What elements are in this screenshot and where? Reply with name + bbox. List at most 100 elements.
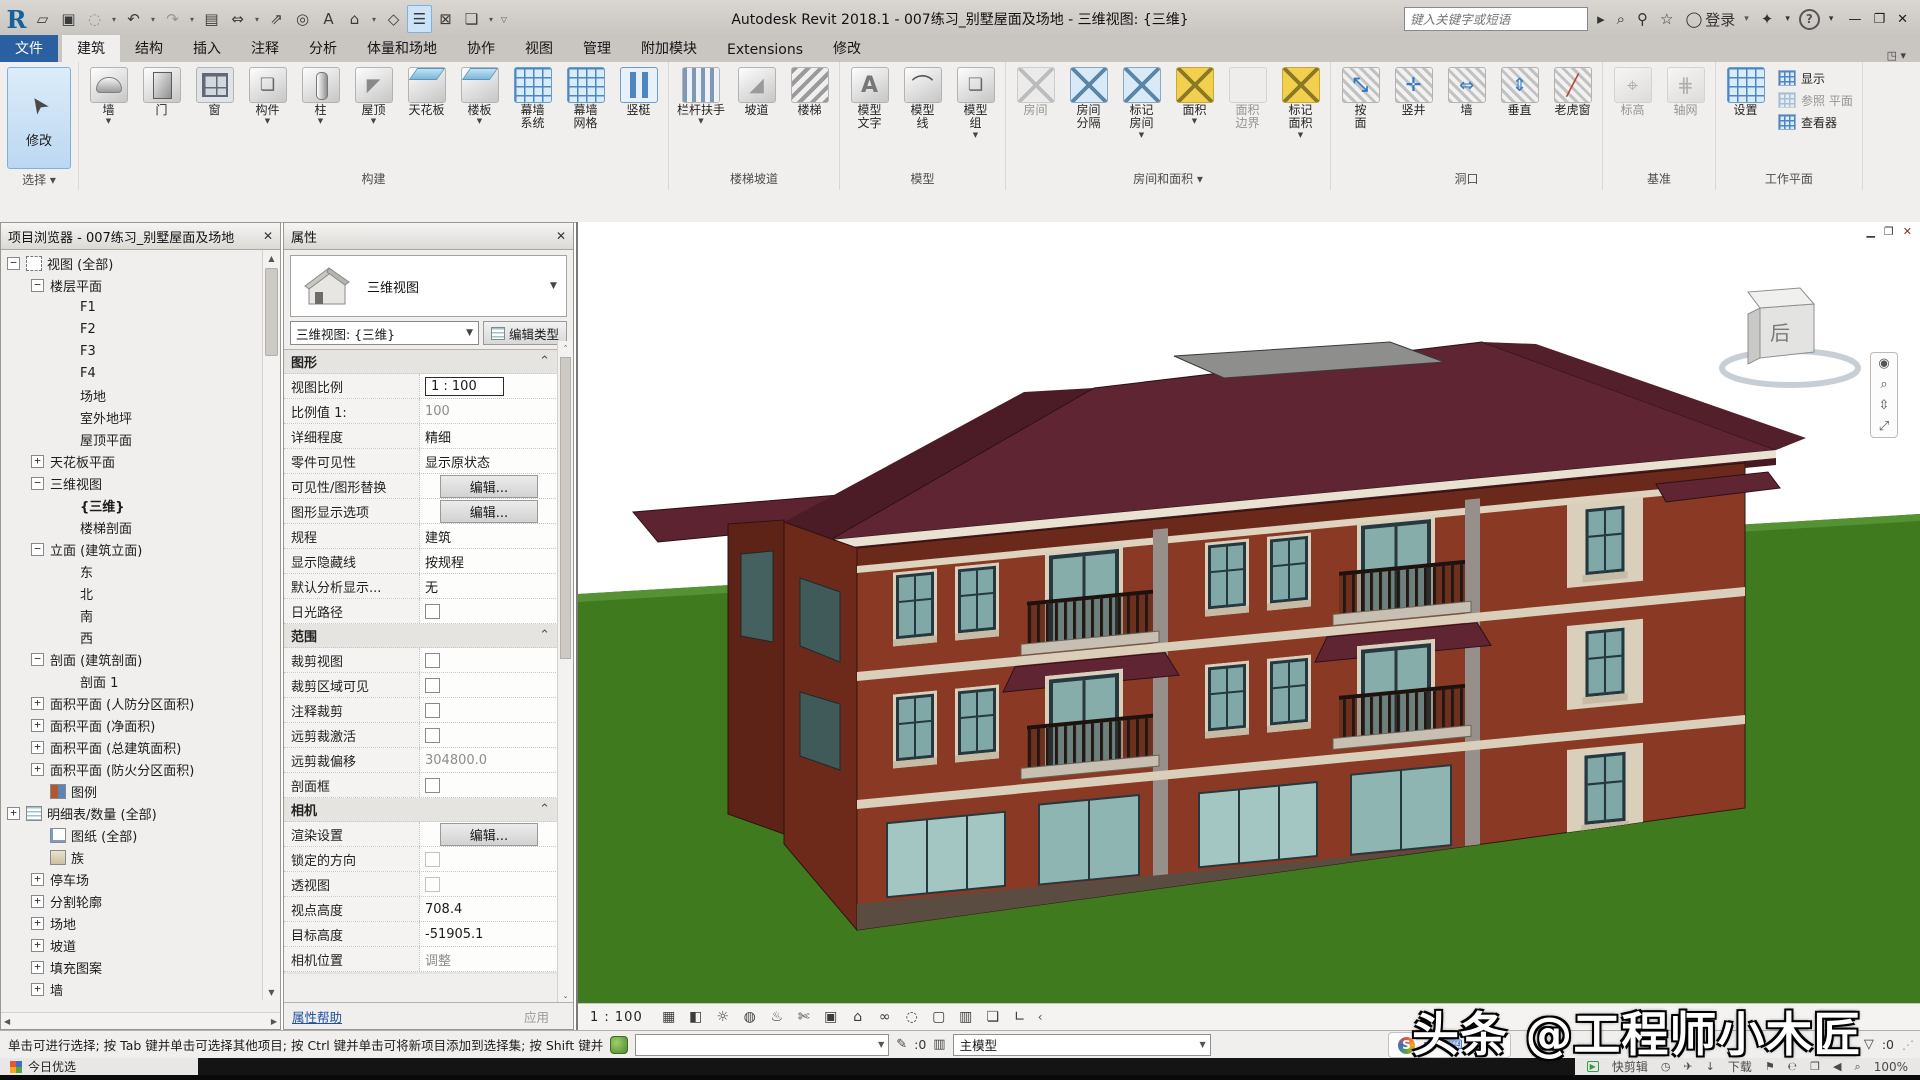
tree-expander[interactable] [33,852,44,863]
selection-filter-icon[interactable]: ▽ [1864,1037,1874,1052]
tree-expander[interactable] [63,632,74,643]
ribbon-tab[interactable]: 建筑 [62,35,120,62]
help-icon[interactable]: ? [1799,9,1820,30]
tree-item[interactable]: + 场地 [1,912,280,934]
view-minimize-button[interactable]: ▁ [1866,225,1874,238]
type-selector[interactable]: 三维视图 ▼ [290,255,567,317]
instance-combo[interactable]: 三维视图: {三维}▼ [290,321,479,345]
help-dropdown[interactable]: ▾ [1829,14,1834,24]
close-button[interactable]: ✕ [1891,12,1914,27]
tree-expander[interactable] [63,324,74,335]
ribbon-button[interactable]: 标记 房间▼ [1115,65,1168,138]
ribbon-button[interactable]: 设置▼ [1719,65,1772,117]
tree-expander[interactable]: + [31,697,44,710]
show-constraints-icon[interactable]: ∟ [1011,1009,1029,1025]
lock-3d-view-icon[interactable]: ⌂ [849,1009,867,1025]
ribbon-button[interactable]: 按 面▼ [1334,65,1387,131]
property-row[interactable]: 可见性/图形替换 编辑... [284,474,558,499]
tree-item[interactable]: 图例 [1,780,280,802]
worksharing-display-icon[interactable]: ▥ [957,1009,975,1025]
ribbon-button[interactable]: 楼梯▼ [783,65,836,117]
switch-windows-dropdown[interactable]: ▾ [485,5,497,33]
ribbon-button[interactable]: 模型 线▼ [896,65,949,131]
ribbon-button[interactable]: 竖井▼ [1387,65,1440,117]
viewcube[interactable]: 后 [1722,288,1858,385]
tree-item[interactable]: 室外地坪 [1,406,280,428]
tree-item[interactable]: − 三维视图 [1,472,280,494]
properties-vscrollbar[interactable]: ⌃ ⌄ [557,341,573,1003]
exchange-apps-icon[interactable]: ✦ [1761,10,1777,28]
customize-qat-dropdown[interactable]: ▽ [498,5,510,33]
show-crop-region-icon[interactable]: ▣ [822,1009,840,1025]
search-expand-icon[interactable]: ▸ [1597,10,1608,28]
maximize-button[interactable]: ❐ [1867,12,1891,27]
revit-logo[interactable]: R [4,5,29,33]
tree-item[interactable]: F3 [1,340,280,362]
view-close-button[interactable]: ✕ [1903,225,1912,238]
tree-expander[interactable]: + [31,961,44,974]
ribbon-button[interactable]: 面积▼ [1168,65,1221,124]
tree-expander[interactable] [63,368,74,379]
property-row[interactable]: 比例值 1: 100 [284,399,558,424]
tree-item[interactable]: F2 [1,318,280,340]
tree-item[interactable]: 族 [1,846,280,868]
ribbon-button[interactable]: 竖梃▼ [612,65,665,117]
redo-dropdown[interactable]: ▾ [186,5,198,33]
render-icon[interactable]: ♨ [768,1009,786,1025]
ribbon-tab[interactable]: 分析 [294,35,352,62]
tag-by-category-button[interactable]: ◎ [290,5,315,33]
tree-expander[interactable] [63,610,74,621]
ribbon-tab[interactable]: 修改 [818,35,876,62]
worksets-icon[interactable]: ▥ [933,1037,945,1052]
property-row[interactable]: 图形显示选项 编辑... [284,499,558,524]
property-row[interactable]: 透视图 [284,872,558,897]
property-row[interactable]: 视点高度 708.4 [284,897,558,922]
ribbon-tab[interactable]: 插入 [178,35,236,62]
3d-view-dropdown[interactable]: ▾ [368,5,380,33]
tree-item[interactable]: 屋顶平面 [1,428,280,450]
active-workset-combo[interactable]: 主模型▼ [953,1034,1211,1056]
ribbon-button[interactable]: 楼板▼ [453,65,506,124]
ribbon-tab[interactable]: 视图 [510,35,568,62]
ribbon-button[interactable]: 老虎窗▼ [1546,65,1599,117]
ribbon-button[interactable]: 窗▼ [188,65,241,117]
tree-expander[interactable] [63,302,74,313]
property-row[interactable]: 裁剪区域可见 [284,673,558,698]
tree-item[interactable]: 剖面 1 [1,670,280,692]
visual-style-icon[interactable]: ▦ [660,1009,678,1025]
tree-expander[interactable]: + [31,939,44,952]
redo-button[interactable]: ↷ [160,5,185,33]
ribbon-display-toggle[interactable]: ◳ ▾ [1887,49,1920,62]
drawing-area[interactable]: 后 ▁❐✕ ◉⌕⇳⤢ 1 : 100 ▦◧☼◍♨✄▣⌂∞◌▢▥❏∟ ‹ [576,222,1920,1030]
tree-expander[interactable] [63,346,74,357]
tree-expander[interactable]: − [7,257,20,270]
tree-expander[interactable]: + [31,895,44,908]
workplane-stack-button[interactable]: 显示 [1778,69,1853,87]
property-row[interactable]: 渲染设置 编辑... [284,822,558,847]
panel-label-select[interactable]: 选择 ▾ [0,171,78,190]
tree-expander[interactable]: − [31,477,44,490]
ribbon-tab[interactable]: 体量和场地 [352,35,452,62]
search-help-icon[interactable]: ⌕ [1617,10,1628,28]
property-row[interactable]: 默认分析显示... 无 [284,574,558,599]
ribbon-tab[interactable]: 协作 [452,35,510,62]
temporary-view-properties-icon[interactable]: ▢ [930,1009,948,1025]
tree-item[interactable]: 北 [1,582,280,604]
tree-expander[interactable] [63,500,74,511]
resize-grip[interactable]: ⋰ [1902,1038,1914,1052]
crop-view-icon[interactable]: ✄ [795,1009,813,1025]
property-row[interactable]: 规程 建筑 [284,524,558,549]
favorites-icon[interactable]: ☆ [1660,10,1676,28]
property-row[interactable]: 剖面框 [284,773,558,798]
text-button[interactable]: A [316,5,341,33]
tree-item[interactable]: + 填充图案 [1,956,280,978]
property-row[interactable]: 显示隐藏线 按规程 [284,549,558,574]
tree-item[interactable]: 场地 [1,384,280,406]
ribbon-button[interactable]: 栏杆扶手▼ [672,65,730,124]
browser-close-icon[interactable]: ✕ [263,229,273,243]
tree-expander[interactable]: + [31,741,44,754]
tree-item[interactable]: + 天花板平面 [1,450,280,472]
ribbon-tab[interactable]: 附加模块 [626,35,712,62]
tree-expander[interactable]: + [31,873,44,886]
steering-wheel-icon[interactable]: ◉ [1878,356,1889,371]
